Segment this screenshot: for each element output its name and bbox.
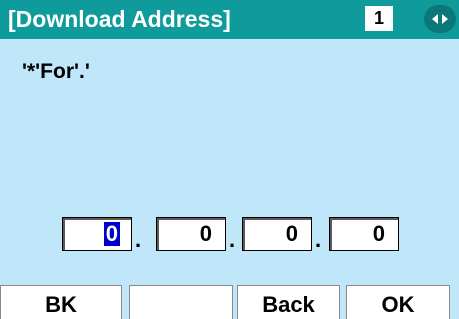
- screen-title: [Download Address]: [8, 6, 231, 32]
- octet-separator: .: [229, 227, 236, 252]
- bk-softkey[interactable]: BK: [0, 285, 122, 319]
- octet-separator: .: [315, 227, 322, 252]
- left-right-arrows-icon[interactable]: [424, 5, 456, 33]
- octet-2-value: 0: [199, 221, 212, 246]
- ip-octet-4-field[interactable]: 0: [329, 217, 399, 251]
- blank-softkey[interactable]: [129, 285, 233, 319]
- input-hint: '*'For'.': [22, 60, 90, 83]
- phone-display: [Download Address] 1 '*'For'.' 0 . 0 . 0…: [0, 0, 459, 319]
- ip-octet-1-field[interactable]: 0: [62, 217, 132, 251]
- page-number: 1: [365, 6, 393, 31]
- octet-separator: .: [135, 227, 142, 252]
- octet-3-value: 0: [285, 221, 298, 246]
- ip-octet-3-field[interactable]: 0: [242, 217, 312, 251]
- arrow-right-icon: [442, 14, 448, 24]
- back-softkey[interactable]: Back: [237, 285, 340, 319]
- octet-4-value: 0: [372, 221, 385, 246]
- ok-softkey[interactable]: OK: [346, 285, 450, 319]
- ip-octet-2-field[interactable]: 0: [156, 217, 226, 251]
- title-bar: [Download Address] 1: [0, 0, 459, 39]
- arrow-left-icon: [432, 14, 438, 24]
- octet-1-value: 0: [103, 221, 120, 246]
